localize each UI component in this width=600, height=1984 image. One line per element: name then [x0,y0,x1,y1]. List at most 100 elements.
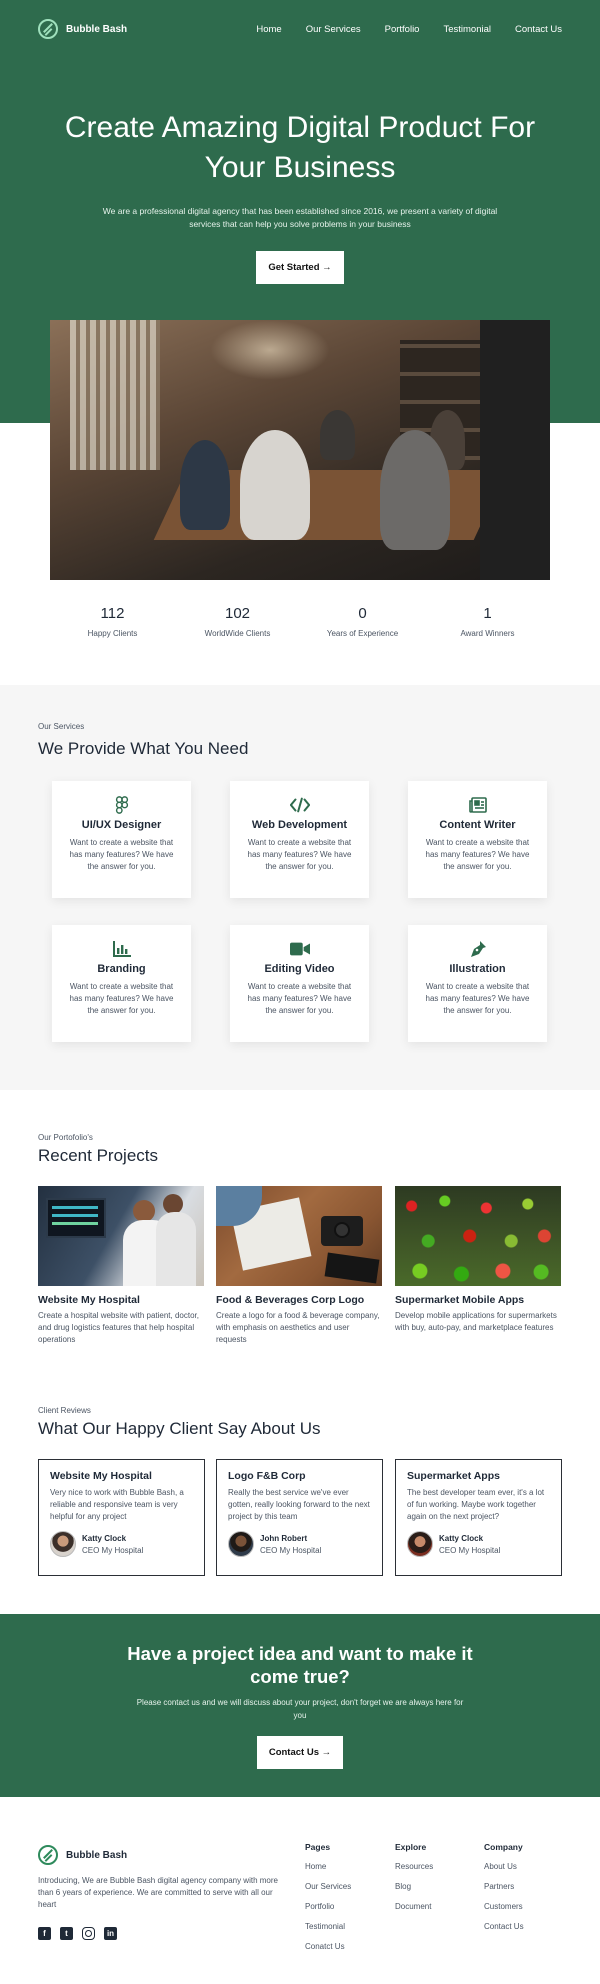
logo-icon [38,19,58,39]
newspaper-icon [468,795,488,815]
service-desc: Want to create a website that has many f… [425,838,530,871]
stat-value: 112 [100,605,125,622]
services-section: Our Services We Provide What You Need UI… [0,685,600,1090]
pen-nib-icon [468,939,488,959]
footer-brand[interactable]: Bubble Bash [38,1845,127,1865]
brand-name: Bubble Bash [66,23,128,35]
nav-item-our-services[interactable]: Our Services [306,24,361,35]
review-title: Supermarket Apps [407,1470,500,1482]
service-card-web-development[interactable]: Web Development Want to create a website… [230,781,369,898]
stat-value: 1 [483,605,492,622]
stat-label: Award Winners [460,629,515,638]
project-title: Food & Beverages Corp Logo [216,1294,365,1306]
linkedin-icon[interactable]: in [104,1927,117,1940]
review-card: Logo F&B Corp Really the best service we… [216,1459,383,1576]
reviewer: John Robert CEO My Hospital [228,1531,371,1557]
footer-column-heading: Company [484,1842,523,1852]
footer-link[interactable]: Document [395,1902,433,1911]
service-card-content-writer[interactable]: Content Writer Want to create a website … [408,781,547,898]
stat-happy-clients: 112 Happy Clients [50,605,175,638]
stat-value: 0 [358,605,367,622]
service-desc: Want to create a website that has many f… [69,838,174,871]
code-icon [289,795,310,815]
project-title: Website My Hospital [38,1294,140,1306]
service-title: Illustration [449,963,506,975]
reviewer: Katty Clock CEO My Hospital [407,1531,550,1557]
nav-item-contact-us[interactable]: Contact Us [515,24,562,35]
social-links: f t in [38,1927,117,1940]
nav-item-testimonial[interactable]: Testimonial [443,24,491,35]
nav-links: Home Our Services Portfolio Testimonial … [256,24,562,35]
stat-label: Happy Clients [87,629,138,638]
projects-eyebrow: Our Portofolio's [38,1133,93,1142]
service-card-branding[interactable]: Branding Want to create a website that h… [52,925,191,1042]
service-card-uiux[interactable]: UI/UX Designer Want to create a website … [52,781,191,898]
footer-column-explore: Explore Resources Blog Document [395,1842,433,1922]
reviewer-name: Katty Clock [82,1533,127,1543]
footer-brand-name: Bubble Bash [66,1849,128,1861]
service-title: Content Writer [439,819,516,831]
service-title: Branding [97,963,146,975]
services-title: We Provide What You Need [38,739,249,758]
reviewer-role: CEO My Hospital [82,1545,144,1555]
stat-value: 102 [224,605,251,622]
project-desc: Create a hospital website with patient, … [38,1311,199,1344]
hero-team-photo [50,320,550,580]
project-card-supermarket[interactable]: Supermarket Mobile Apps Develop mobile a… [395,1186,561,1334]
reviews-eyebrow: Client Reviews [38,1406,91,1415]
reviews-title: What Our Happy Client Say About Us [38,1419,321,1438]
footer-link[interactable]: Conatct Us [305,1942,351,1951]
footer-link[interactable]: Contact Us [484,1922,524,1931]
stat-label: WorldWide Clients [204,629,271,638]
nav-item-home[interactable]: Home [256,24,281,35]
service-desc: Want to create a website that has many f… [247,982,352,1015]
footer-link[interactable]: Blog [395,1882,433,1891]
project-card-hospital[interactable]: Website My Hospital Create a hospital we… [38,1186,204,1346]
get-started-button[interactable]: Get Started → [256,251,344,284]
stat-years-experience: 0 Years of Experience [300,605,425,638]
footer-link[interactable]: Customers [484,1902,524,1911]
project-image [38,1186,204,1286]
footer-link[interactable]: Partners [484,1882,524,1891]
avatar [228,1531,254,1557]
cta-subtitle: Please contact us and we will discuss ab… [136,1698,464,1720]
stat-award-winners: 1 Award Winners [425,605,550,638]
footer-link[interactable]: About Us [484,1862,524,1871]
cta-section: Have a project idea and want to make it … [0,1614,600,1797]
brand[interactable]: Bubble Bash [38,19,127,39]
hero-title: Create Amazing Digital Product For Your … [64,111,536,184]
footer-link[interactable]: Home [305,1862,351,1871]
logo-icon [38,1845,58,1865]
service-card-editing-video[interactable]: Editing Video Want to create a website t… [230,925,369,1042]
reviewer-name: John Robert [260,1533,308,1543]
video-camera-icon [289,939,310,959]
cta-title: Have a project idea and want to make it … [127,1643,473,1687]
bar-chart-icon [112,939,132,959]
project-image [395,1186,561,1286]
footer-column-heading: Pages [305,1842,331,1852]
project-card-food-beverages[interactable]: Food & Beverages Corp Logo Create a logo… [216,1186,382,1346]
project-desc: Create a logo for a food & beverage comp… [216,1311,380,1344]
figma-icon [112,795,132,815]
review-card: Supermarket Apps The best developer team… [395,1459,562,1576]
review-text: Very nice to work with Bubble Bash, a re… [50,1488,184,1521]
footer-link[interactable]: Testimonial [305,1922,351,1931]
twitter-icon[interactable]: t [60,1927,73,1940]
avatar [407,1531,433,1557]
stats-row: 112 Happy Clients 102 WorldWide Clients … [50,605,550,638]
facebook-icon[interactable]: f [38,1927,51,1940]
reviewer-name: Katty Clock [439,1533,484,1543]
footer-link[interactable]: Portfolio [305,1902,351,1911]
service-title: Editing Video [264,963,335,975]
nav-item-portfolio[interactable]: Portfolio [385,24,420,35]
service-desc: Want to create a website that has many f… [425,982,530,1015]
footer-column-pages: Pages Home Our Services Portfolio Testim… [305,1842,351,1962]
hero-subtitle: We are a professional digital agency tha… [102,206,498,229]
footer-link[interactable]: Our Services [305,1882,351,1891]
service-card-illustration[interactable]: Illustration Want to create a website th… [408,925,547,1042]
footer-link[interactable]: Resources [395,1862,433,1871]
instagram-icon[interactable] [82,1927,95,1940]
contact-us-button[interactable]: Contact Us → [257,1736,343,1769]
review-text: The best developer team ever, it's a lot… [407,1488,545,1521]
service-desc: Want to create a website that has many f… [247,838,352,871]
